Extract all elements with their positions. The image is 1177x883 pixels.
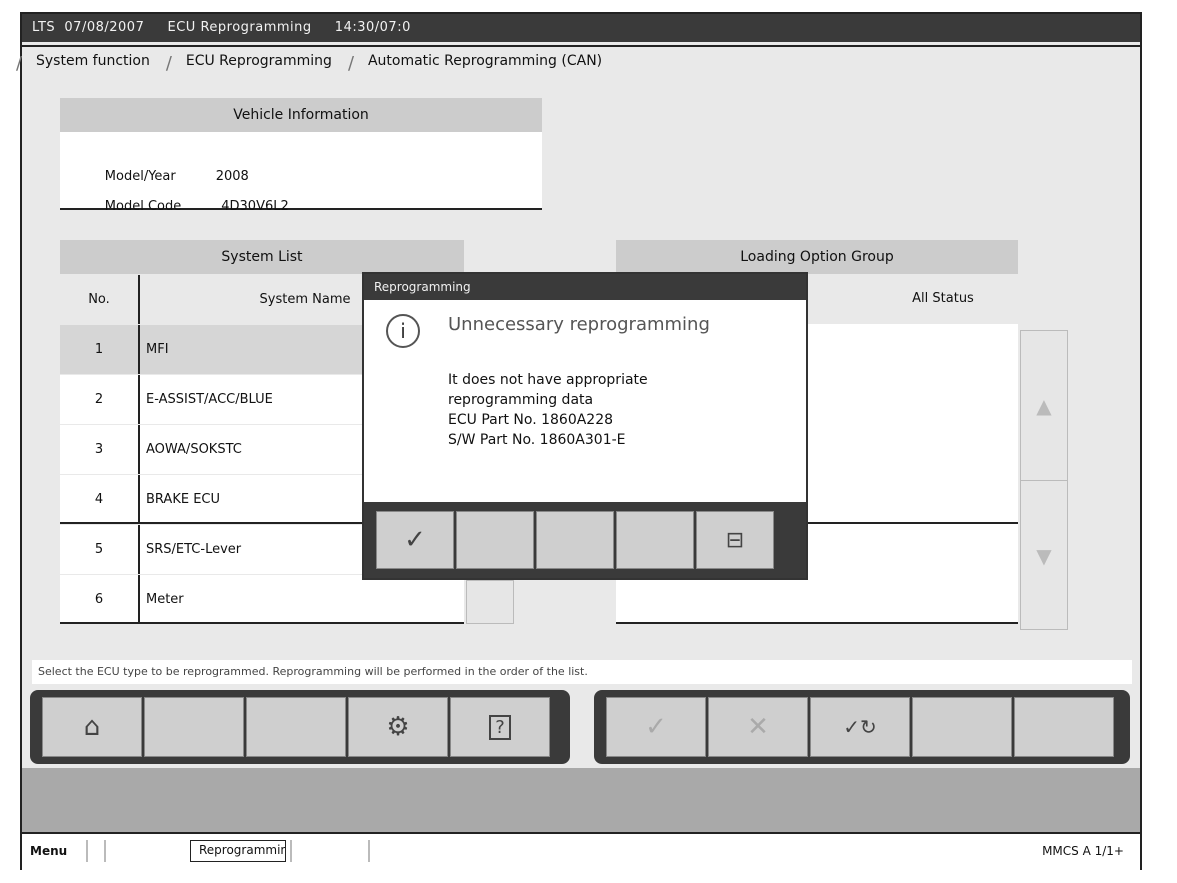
toolbar-blank-button[interactable] (246, 697, 346, 757)
information-icon: i (386, 314, 420, 348)
vehicle-row-year: Model/Year 2008 (104, 169, 249, 184)
vehicle-info-panel: Vehicle Information Model/Year 2008 Model… (60, 98, 542, 214)
status-right: MMCS A 1/1+ (1042, 844, 1124, 858)
dialog-window-button[interactable]: ⊟ (696, 511, 774, 569)
cancel-button[interactable]: ✕ (708, 697, 808, 757)
home-icon: ⌂ (83, 712, 101, 742)
main-toolbar-left: ⌂ ⚙ ? (30, 690, 570, 764)
system-row[interactable]: 6 Meter (60, 574, 464, 624)
dialog-toolbar: ✓ ⊟ (364, 502, 806, 578)
dialog-heading: Unnecessary reprogramming (448, 314, 710, 335)
status-message: Select the ECU type to be reprogrammed. … (32, 660, 1132, 684)
dialog-blank-button[interactable] (616, 511, 694, 569)
option-group-header: Loading Option Group (616, 240, 1018, 274)
transfer-column (466, 580, 514, 624)
breadcrumb-system-function[interactable]: System function (16, 53, 172, 74)
status-bar: Menu Reprogramming MMCS A 1/1+ (22, 832, 1140, 870)
help-button[interactable]: ? (450, 697, 550, 757)
triangle-down-icon: ▼ (1036, 544, 1052, 568)
settings-button[interactable]: ⚙ (348, 697, 448, 757)
status-mode-ticks (290, 840, 370, 862)
gear-icon: ⚙ (386, 712, 410, 742)
checkmark-icon: ✓ (645, 712, 667, 742)
dialog-ok-button[interactable]: ✓ (376, 511, 454, 569)
system-list-header: System List (60, 240, 464, 274)
title-bar: LTS 07/08/2007 ECU Reprogramming 14:30/0… (22, 14, 1140, 42)
check-arrow-icon: ✓↻ (843, 715, 877, 739)
dialog-title: Reprogramming (364, 274, 806, 300)
reprogramming-dialog: Reprogramming i Unnecessary reprogrammin… (362, 272, 808, 580)
triangle-up-icon: ▲ (1036, 393, 1052, 418)
scroll-up-button[interactable]: ▲ (1021, 331, 1067, 481)
dialog-blank-button[interactable] (456, 511, 534, 569)
vehicle-info-header: Vehicle Information (60, 98, 542, 132)
status-menu-ticks (86, 840, 106, 862)
bottom-band (22, 768, 1140, 832)
toolbar-blank-button[interactable] (912, 697, 1012, 757)
breadcrumb: System function ECU Reprogramming Automa… (16, 45, 1140, 75)
status-mode: Reprogramming (190, 840, 286, 862)
ok-button[interactable]: ✓ (606, 697, 706, 757)
dialog-blank-button[interactable] (536, 511, 614, 569)
cross-icon: ✕ (747, 712, 769, 742)
dialog-body: It does not have appropriate reprogrammi… (448, 372, 648, 448)
toolbar-blank-button[interactable] (1014, 697, 1114, 757)
breadcrumb-auto-reprogramming: Automatic Reprogramming (CAN) (348, 53, 624, 74)
main-toolbar-right: ✓ ✕ ✓↻ (594, 690, 1130, 764)
app-window: LTS 07/08/2007 ECU Reprogramming 14:30/0… (16, 12, 1142, 870)
toolbar-blank-button[interactable] (144, 697, 244, 757)
option-group-scrollbar[interactable]: ▲ ▼ (1020, 330, 1068, 630)
reprogram-start-button[interactable]: ✓↻ (810, 697, 910, 757)
scroll-down-button[interactable]: ▼ (1021, 481, 1067, 631)
window-icon: ⊟ (725, 527, 745, 553)
checkmark-icon: ✓ (404, 525, 426, 555)
status-menu[interactable]: Menu (30, 844, 67, 858)
help-icon: ? (489, 714, 511, 740)
breadcrumb-ecu-reprogramming[interactable]: ECU Reprogramming (166, 53, 354, 74)
home-button[interactable]: ⌂ (42, 697, 142, 757)
